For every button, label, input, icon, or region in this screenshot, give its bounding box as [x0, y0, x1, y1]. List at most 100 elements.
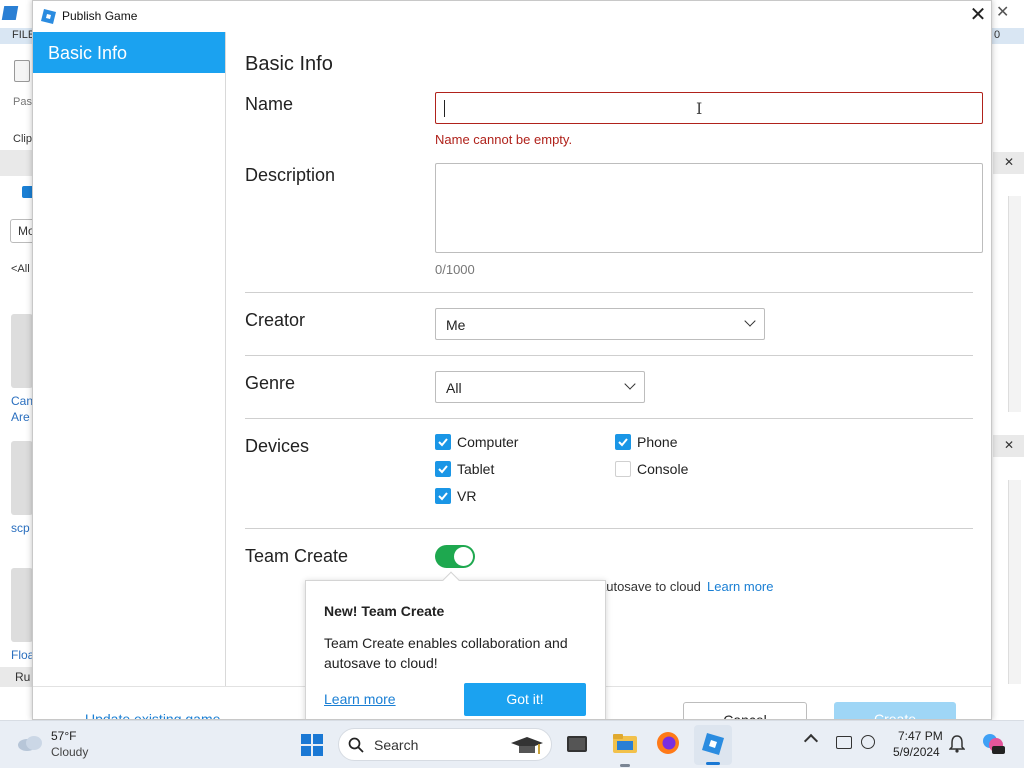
menu-right-text: 0 — [994, 29, 1001, 41]
clipboard-label: Clip — [13, 133, 32, 145]
paste-label: Pas — [13, 96, 32, 108]
cancel-button[interactable]: Cancel — [683, 702, 807, 719]
asset-label-2[interactable]: scp — [11, 521, 30, 535]
panel-strip — [0, 150, 32, 176]
check-icon — [438, 465, 448, 474]
check-icon — [438, 492, 448, 501]
asset-label-3[interactable]: Floa — [11, 648, 34, 662]
right-scrollbar-2[interactable] — [1008, 480, 1021, 684]
text-cursor — [444, 100, 445, 117]
name-error: Name cannot be empty. — [435, 132, 573, 147]
weather-temp[interactable]: 57°F — [51, 729, 76, 743]
running-indicator — [620, 764, 630, 767]
graduation-cap-icon — [511, 737, 543, 754]
divider — [245, 292, 973, 293]
cloudy-weather-icon[interactable] — [16, 733, 44, 753]
divider — [245, 528, 973, 529]
studio-close-icon[interactable]: ✕ — [996, 2, 1009, 22]
active-indicator — [706, 762, 720, 765]
taskbar: 57°F Cloudy Search 7:47 PM 5/9/2024 — [0, 720, 1024, 768]
windows-start-icon[interactable] — [301, 734, 323, 756]
genre-value: All — [446, 380, 462, 396]
file-explorer-icon[interactable] — [613, 732, 637, 754]
divider — [245, 355, 973, 356]
console-label: Console — [637, 461, 689, 477]
search-icon — [348, 737, 364, 753]
all-link[interactable]: <All — [11, 263, 30, 275]
creator-dropdown[interactable]: Me — [435, 308, 765, 340]
toggle-knob — [454, 547, 473, 566]
asset-thumb-3[interactable] — [11, 568, 33, 642]
console-checkbox[interactable] — [615, 461, 631, 477]
device-tray-icon[interactable] — [836, 736, 852, 749]
clock-date[interactable]: 5/9/2024 — [893, 745, 940, 759]
chevron-down-icon — [624, 378, 636, 390]
check-icon — [438, 438, 448, 447]
tablet-checkbox[interactable] — [435, 461, 451, 477]
description-textarea[interactable] — [435, 163, 983, 253]
asset-label-1b: Are — [11, 410, 30, 424]
update-existing-game-link[interactable]: Update existing game — [85, 711, 220, 719]
copilot-icon[interactable] — [981, 731, 1005, 755]
name-label: Name — [245, 94, 294, 114]
right-scrollbar-1[interactable] — [1008, 196, 1021, 412]
creator-value: Me — [446, 317, 466, 333]
dialog-close-icon[interactable]: ✕ — [967, 5, 989, 27]
publish-game-dialog: Publish Game ✕ Basic Info Basic Info Nam… — [32, 0, 992, 720]
sidebar-item-basic-info[interactable]: Basic Info — [33, 32, 225, 73]
popup-arrow — [442, 571, 460, 589]
paste-icon[interactable] — [14, 60, 30, 82]
vr-label: VR — [457, 488, 477, 504]
clock-time[interactable]: 7:47 PM — [898, 729, 943, 743]
dialog-sidebar: Basic Info — [33, 32, 226, 719]
panel-close-icon-2[interactable]: ✕ — [1004, 438, 1014, 452]
team-create-hint: autosave to cloud — [599, 579, 701, 594]
computer-label: Computer — [457, 434, 519, 450]
genre-dropdown[interactable]: All — [435, 371, 645, 403]
computer-checkbox[interactable] — [435, 434, 451, 450]
creator-label: Creator — [245, 310, 306, 330]
search-placeholder: Search — [374, 737, 419, 753]
chevron-down-icon — [744, 315, 756, 327]
popup-title: New! Team Create — [324, 603, 445, 619]
asset-thumb-2[interactable] — [11, 441, 33, 515]
roblox-studio-taskbar-button[interactable] — [694, 725, 732, 765]
ibeam-cursor-icon: I — [696, 99, 703, 118]
divider — [245, 418, 973, 419]
section-heading: Basic Info — [245, 53, 333, 75]
task-view-icon[interactable] — [567, 736, 587, 752]
notification-bell-icon[interactable] — [949, 735, 965, 753]
panel-close-icon-1[interactable]: ✕ — [1004, 155, 1014, 169]
asset-thumb-1[interactable] — [11, 314, 33, 388]
roblox-studio-icon — [41, 9, 56, 24]
weather-desc[interactable]: Cloudy — [51, 745, 88, 759]
asset-label-1[interactable]: Can — [11, 394, 33, 408]
dialog-title: Publish Game — [62, 9, 138, 23]
team-create-learn-more-link[interactable]: Learn more — [707, 579, 773, 594]
popup-body: Team Create enables collaboration and au… — [324, 635, 568, 671]
genre-label: Genre — [245, 373, 296, 393]
taskbar-search-box[interactable]: Search — [338, 728, 552, 761]
description-label: Description — [245, 165, 336, 185]
got-it-button[interactable]: Got it! — [464, 683, 586, 716]
devices-label: Devices — [245, 436, 310, 456]
chevron-up-icon[interactable] — [803, 733, 819, 749]
popup-learn-more-link[interactable]: Learn more — [324, 691, 396, 707]
name-input[interactable]: I — [435, 92, 983, 124]
vr-checkbox[interactable] — [435, 488, 451, 504]
phone-checkbox[interactable] — [615, 434, 631, 450]
team-create-toggle[interactable] — [435, 545, 475, 568]
phone-label: Phone — [637, 434, 678, 450]
dialog-titlebar: Publish Game ✕ — [33, 1, 991, 32]
check-icon — [618, 438, 628, 447]
firefox-icon[interactable] — [656, 731, 680, 755]
team-create-popup: New! Team Create Team Create enables col… — [305, 571, 606, 719]
team-create-label: Team Create — [245, 546, 349, 566]
create-button[interactable]: Create — [834, 702, 956, 719]
tablet-label: Tablet — [457, 461, 495, 477]
roblox-studio-icon — [702, 733, 724, 755]
run-label[interactable]: Ru — [15, 670, 30, 684]
status-tray-icon[interactable] — [861, 735, 875, 749]
description-counter: 0/1000 — [435, 262, 475, 277]
studio-logo-icon — [1, 6, 19, 20]
